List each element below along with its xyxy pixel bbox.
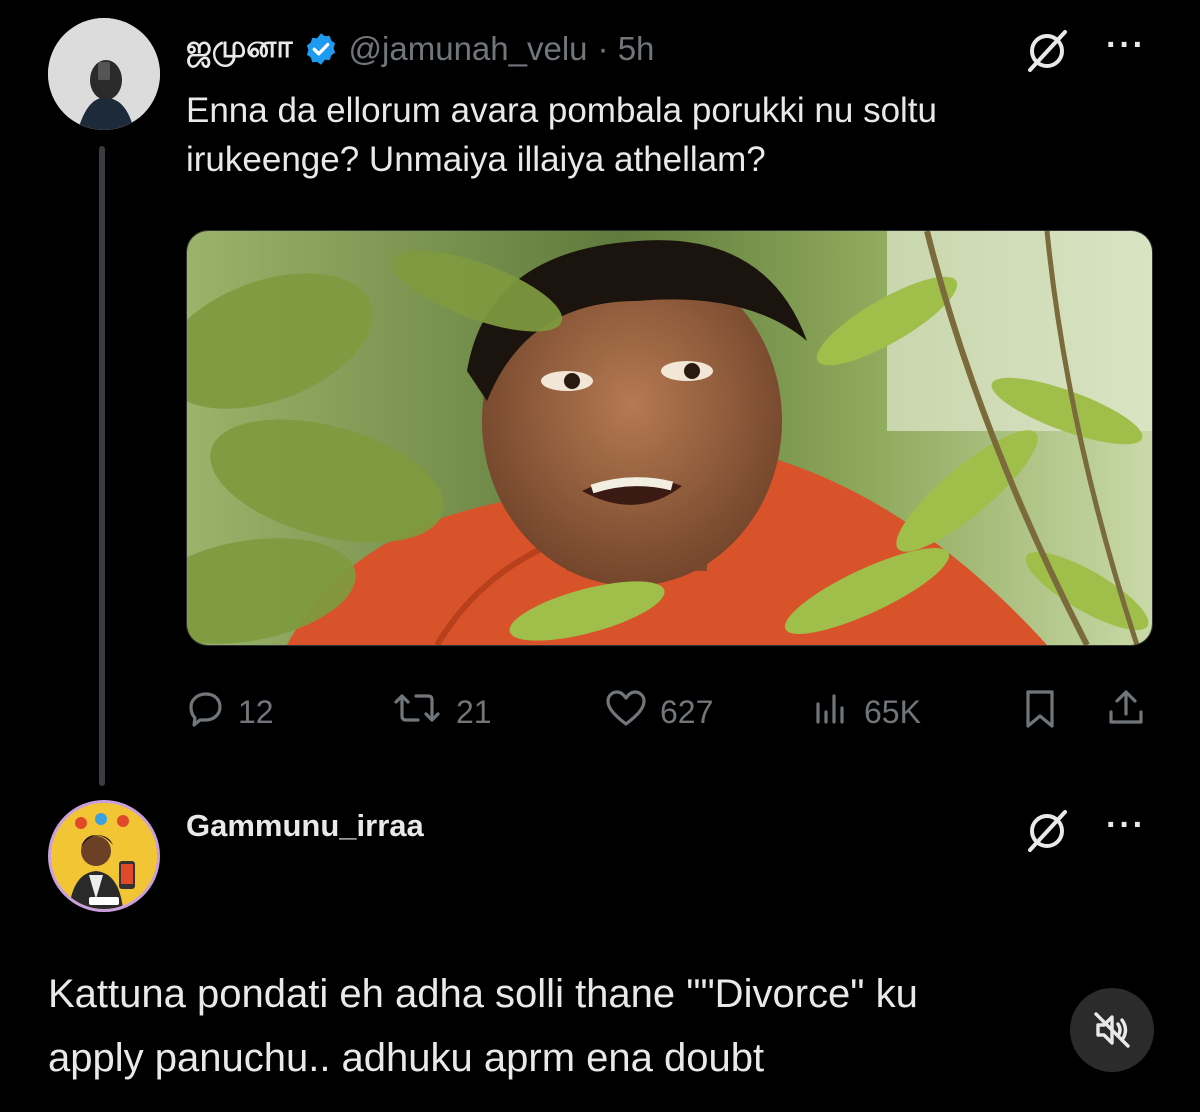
tweet-text-line-1: Enna da ellorum avara pombala porukki nu… [186, 91, 937, 130]
view-count: 65K [864, 693, 921, 730]
author-avatar[interactable] [48, 18, 160, 130]
like-count: 627 [660, 693, 714, 730]
tweet-text-line-2: irukeenge? Unmaiya illaiya athellam? [186, 140, 766, 179]
bookmark-icon[interactable] [1020, 688, 1060, 735]
tweet-media-image[interactable] [186, 230, 1153, 646]
author-display-name[interactable]: ஜமுனா [186, 29, 293, 69]
tweet-text: Enna da ellorum avara pombala porukki nu… [186, 86, 1166, 184]
repost-icon [390, 688, 444, 736]
reply-avatar-image [51, 803, 157, 909]
author-handle[interactable]: @jamunah_velu [349, 30, 588, 68]
views-action[interactable]: 65K [812, 688, 921, 736]
reply-icon [186, 688, 226, 736]
reply-text: Kattuna pondati eh adha solli thane ""Di… [48, 962, 1168, 1090]
tweet-timestamp[interactable]: · 5h [598, 30, 655, 68]
thread-connector-line [99, 146, 105, 786]
reply-author-display-name[interactable]: Gammunu_irraa [186, 808, 424, 844]
share-icon[interactable] [1104, 686, 1148, 735]
repost-action[interactable]: 21 [390, 688, 492, 736]
reply-count: 12 [238, 693, 274, 730]
mute-icon[interactable] [1070, 988, 1154, 1072]
verified-badge-icon [303, 31, 339, 67]
reply-more-icon[interactable]: ··· [1106, 806, 1146, 845]
meme-photo [187, 231, 1152, 645]
reply-text-line-2: apply panuchu.. adhuku aprm ena doubt [48, 1036, 765, 1080]
reply-author-avatar[interactable] [48, 800, 160, 912]
reply-action[interactable]: 12 [186, 688, 274, 736]
reply-grok-icon[interactable] [1022, 806, 1072, 861]
views-icon [812, 688, 852, 736]
reply-text-line-1: Kattuna pondati eh adha solli thane ""Di… [48, 972, 918, 1016]
repost-count: 21 [456, 693, 492, 730]
avatar-image [48, 18, 160, 130]
like-action[interactable]: 627 [604, 688, 713, 736]
like-icon [604, 688, 648, 736]
tweet-header: ஜமுனா @jamunah_velu · 5h [186, 24, 654, 74]
grok-icon[interactable] [1022, 26, 1072, 81]
more-icon[interactable]: ··· [1106, 26, 1146, 65]
